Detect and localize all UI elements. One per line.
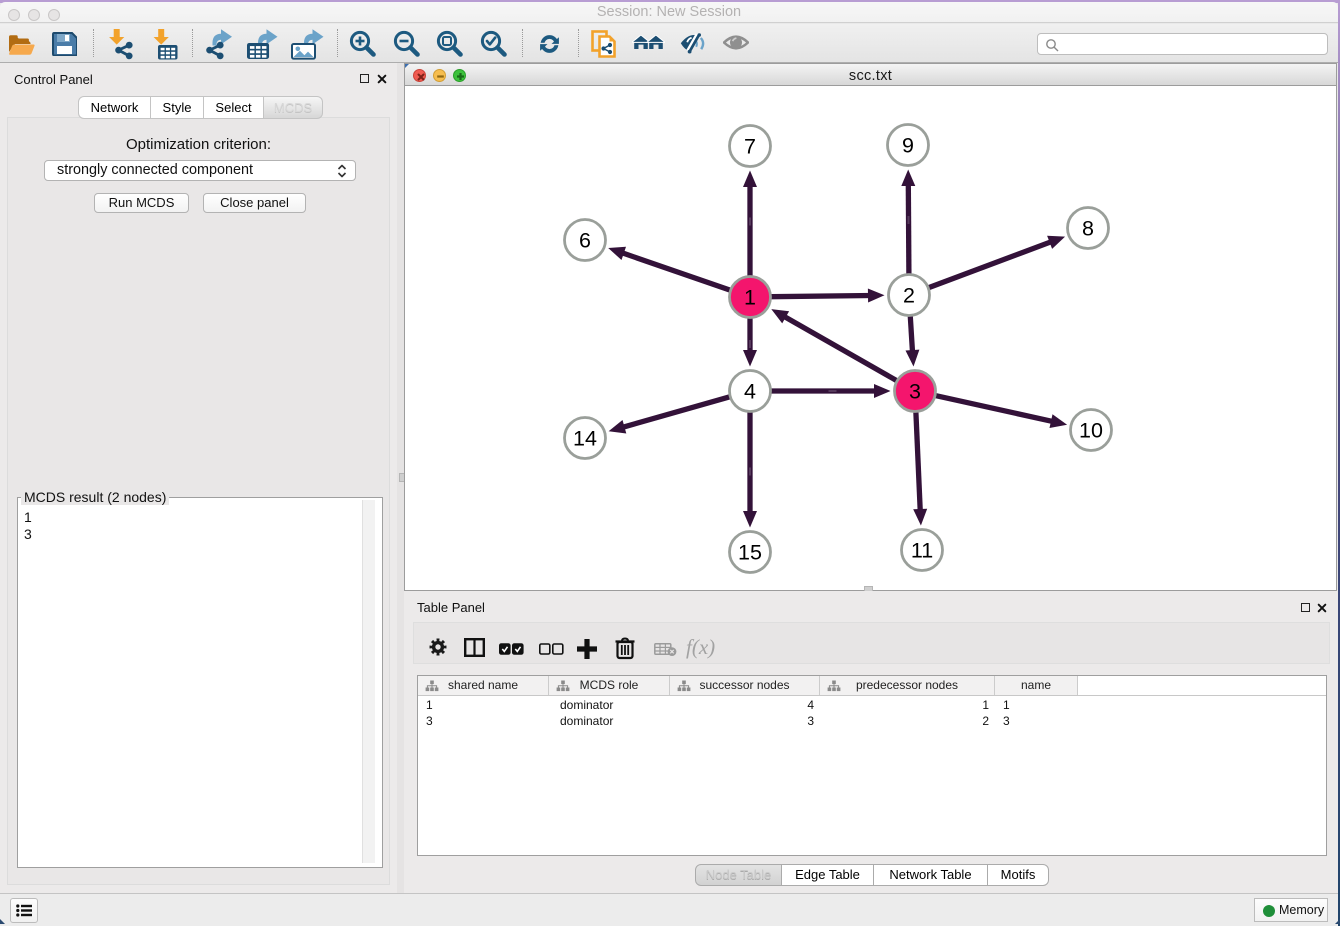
svg-text:11: 11 <box>911 539 933 563</box>
svg-text:9: 9 <box>902 134 914 158</box>
svg-text:15: 15 <box>738 541 762 565</box>
svg-text:4: 4 <box>744 380 756 404</box>
svg-text:6: 6 <box>579 229 591 253</box>
svg-text:3: 3 <box>909 380 921 404</box>
svg-text:1: 1 <box>744 286 756 310</box>
svg-text:10: 10 <box>1079 419 1103 443</box>
svg-text:2: 2 <box>903 284 915 308</box>
svg-text:14: 14 <box>573 427 597 451</box>
svg-text:7: 7 <box>744 135 756 159</box>
svg-text:8: 8 <box>1082 217 1094 241</box>
